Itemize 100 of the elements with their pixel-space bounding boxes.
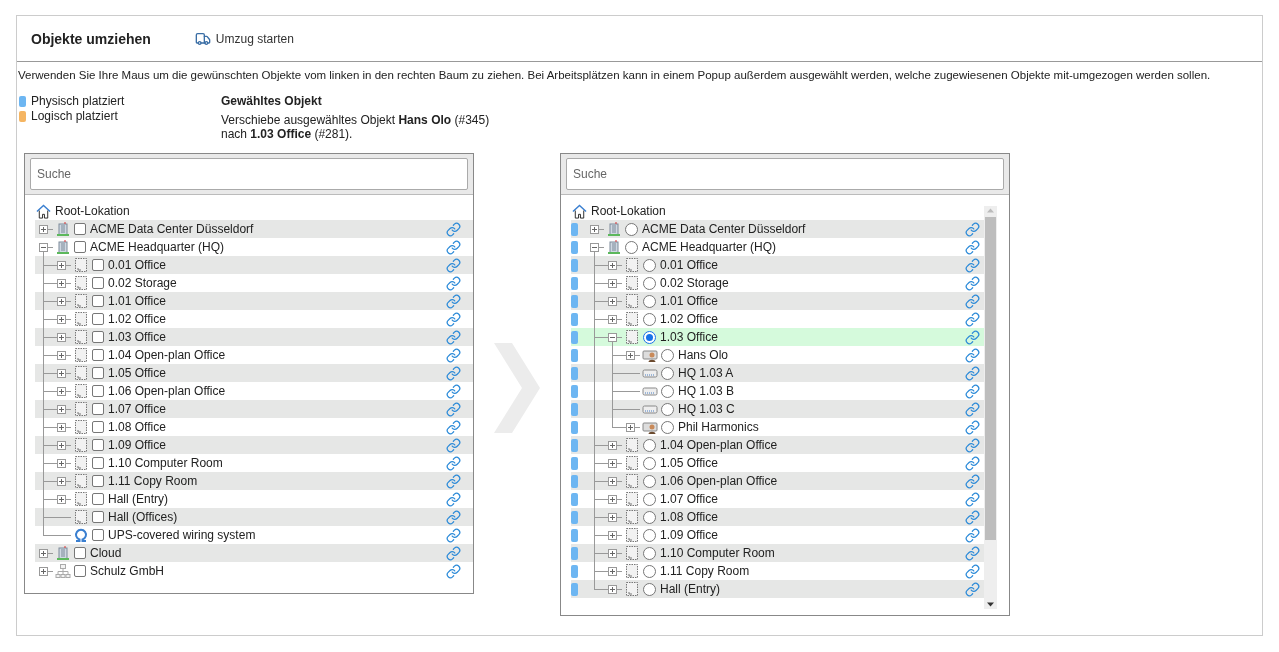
expand-button[interactable] <box>608 261 617 270</box>
link-icon[interactable] <box>446 563 461 579</box>
tree-item-label[interactable]: 0.01 Office <box>660 258 718 272</box>
radio-button[interactable] <box>661 402 674 416</box>
tree-item-label[interactable]: 1.05 Office <box>660 456 718 470</box>
link-icon[interactable] <box>446 275 461 291</box>
search-field[interactable]: Suche <box>566 158 1004 190</box>
link-icon[interactable] <box>965 401 980 417</box>
checkbox[interactable] <box>92 511 104 523</box>
link-icon[interactable] <box>965 257 980 273</box>
link-icon[interactable] <box>446 509 461 525</box>
tree-item-label[interactable]: 1.10 Computer Room <box>108 456 223 470</box>
radio-button[interactable] <box>625 240 638 254</box>
start-move-button[interactable]: Umzug starten <box>192 28 296 49</box>
expand-button[interactable] <box>39 549 48 558</box>
link-icon[interactable] <box>446 383 461 399</box>
expand-button[interactable] <box>608 315 617 324</box>
checkbox[interactable] <box>92 349 104 361</box>
tree-root-label[interactable]: Root-Lokation <box>55 204 130 218</box>
tree-item-label[interactable]: 1.04 Open-plan Office <box>108 348 226 362</box>
expand-button[interactable] <box>626 351 635 360</box>
tree-item-label[interactable]: 1.11 Copy Room <box>660 564 750 578</box>
link-icon[interactable] <box>965 347 980 363</box>
checkbox[interactable] <box>92 403 104 415</box>
link-icon[interactable] <box>446 419 461 435</box>
tree-item-label[interactable]: 0.02 Storage <box>660 276 729 290</box>
expand-button[interactable] <box>608 279 617 288</box>
link-icon[interactable] <box>446 401 461 417</box>
tree-item-label[interactable]: HQ 1.03 C <box>678 402 735 416</box>
tree-item-label[interactable]: 1.03 Office <box>660 330 718 344</box>
checkbox[interactable] <box>92 367 104 379</box>
expand-button[interactable] <box>57 441 66 450</box>
expand-button[interactable] <box>57 423 66 432</box>
expand-button[interactable] <box>57 369 66 378</box>
link-icon[interactable] <box>965 293 980 309</box>
link-icon[interactable] <box>965 329 980 345</box>
link-icon[interactable] <box>965 581 980 597</box>
link-icon[interactable] <box>965 455 980 471</box>
expand-button[interactable] <box>57 405 66 414</box>
checkbox[interactable] <box>92 331 104 343</box>
radio-button[interactable] <box>643 456 656 470</box>
expand-button[interactable] <box>57 279 66 288</box>
checkbox[interactable] <box>74 565 86 577</box>
radio-button[interactable] <box>643 312 656 326</box>
link-icon[interactable] <box>446 365 461 381</box>
expand-button[interactable] <box>608 585 617 594</box>
tree-item-label[interactable]: UPS-covered wiring system <box>108 528 256 542</box>
expand-button[interactable] <box>608 549 617 558</box>
link-icon[interactable] <box>446 257 461 273</box>
expand-button[interactable] <box>39 567 48 576</box>
radio-button[interactable] <box>643 276 656 290</box>
tree-item-label[interactable]: 1.02 Office <box>660 312 718 326</box>
tree-item-label[interactable]: 1.08 Office <box>660 510 718 524</box>
link-icon[interactable] <box>446 437 461 453</box>
expand-button[interactable] <box>57 459 66 468</box>
checkbox[interactable] <box>92 421 104 433</box>
expand-button[interactable] <box>608 477 617 486</box>
expand-button[interactable] <box>608 495 617 504</box>
link-icon[interactable] <box>446 347 461 363</box>
link-icon[interactable] <box>965 491 980 507</box>
tree-item-label[interactable]: 1.01 Office <box>660 294 718 308</box>
tree-item-label[interactable]: 1.11 Copy Room <box>108 474 198 488</box>
scrollbar[interactable] <box>984 206 997 609</box>
link-icon[interactable] <box>446 329 461 345</box>
expand-button[interactable] <box>57 261 66 270</box>
tree-item-label[interactable]: Hall (Entry) <box>660 582 720 596</box>
checkbox[interactable] <box>92 493 104 505</box>
tree-item-label[interactable]: 1.01 Office <box>108 294 166 308</box>
radio-button[interactable] <box>643 438 656 452</box>
checkbox[interactable] <box>74 241 86 253</box>
radio-button[interactable] <box>643 294 656 308</box>
tree-item-label[interactable]: Hall (Offices) <box>108 510 178 524</box>
checkbox[interactable] <box>92 439 104 451</box>
expand-button[interactable] <box>57 297 66 306</box>
link-icon[interactable] <box>965 437 980 453</box>
tree-item-label[interactable]: 1.05 Office <box>108 366 166 380</box>
radio-button[interactable] <box>643 474 656 488</box>
collapse-button[interactable] <box>590 243 599 252</box>
expand-button[interactable] <box>608 513 617 522</box>
tree-item-label[interactable]: 1.09 Office <box>108 438 166 452</box>
expand-button[interactable] <box>626 423 635 432</box>
tree-item-label[interactable]: 1.07 Office <box>108 402 166 416</box>
tree-item-label[interactable]: 0.01 Office <box>108 258 166 272</box>
link-icon[interactable] <box>446 545 461 561</box>
radio-button[interactable] <box>643 492 656 506</box>
checkbox[interactable] <box>74 223 86 235</box>
link-icon[interactable] <box>446 221 461 237</box>
checkbox[interactable] <box>92 259 104 271</box>
tree-root-label[interactable]: Root-Lokation <box>591 204 666 218</box>
expand-button[interactable] <box>608 531 617 540</box>
link-icon[interactable] <box>965 545 980 561</box>
checkbox[interactable] <box>92 475 104 487</box>
radio-button[interactable] <box>643 546 656 560</box>
link-icon[interactable] <box>965 527 980 543</box>
tree-item-label[interactable]: ACME Headquarter (HQ) <box>642 240 777 254</box>
tree-item-label[interactable]: 1.07 Office <box>660 492 718 506</box>
expand-button[interactable] <box>608 459 617 468</box>
tree-item-label[interactable]: Cloud <box>90 546 122 560</box>
checkbox[interactable] <box>92 457 104 469</box>
expand-button[interactable] <box>590 225 599 234</box>
